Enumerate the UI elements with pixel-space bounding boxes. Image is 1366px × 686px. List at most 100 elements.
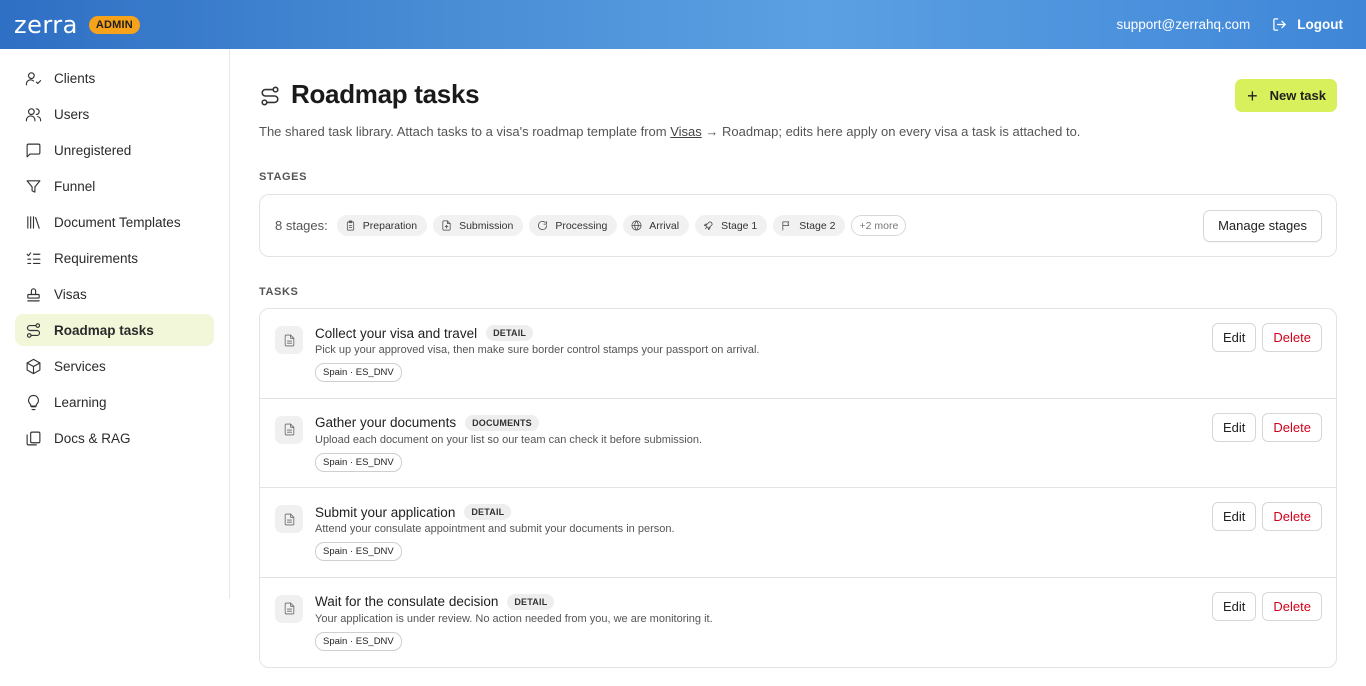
rocket-icon <box>704 221 713 230</box>
task-row: Wait for the consulate decision DETAIL Y… <box>260 578 1336 668</box>
lightbulb-icon <box>24 393 42 411</box>
logout-icon <box>1273 18 1287 31</box>
sidebar-item-label: Roadmap tasks <box>54 322 154 338</box>
sidebar: Clients Users Unregistered Funnel Docume… <box>0 49 230 599</box>
task-description: Pick up your approved visa, then make su… <box>315 344 760 356</box>
stage-chip[interactable]: Stage 2 <box>773 215 846 236</box>
task-title-row: Submit your application DETAIL <box>315 504 1336 520</box>
delete-button[interactable]: Delete <box>1262 591 1322 621</box>
top-bar: zerra ADMIN support@zerrahq.com Logout <box>0 0 1366 49</box>
logout-button[interactable]: Logout <box>1272 17 1343 32</box>
sidebar-item-clients[interactable]: Clients <box>15 62 214 94</box>
visa-chip: Spain · ES_DNV <box>315 542 402 561</box>
sidebar-item-visas[interactable]: Visas <box>15 278 214 310</box>
logout-label: Logout <box>1297 17 1343 32</box>
task-type-tag: DETAIL <box>507 593 555 610</box>
sidebar-item-services[interactable]: Services <box>15 350 214 382</box>
sidebar-item-funnel[interactable]: Funnel <box>15 170 214 202</box>
sidebar-item-roadmap-tasks[interactable]: Roadmap tasks <box>15 314 214 346</box>
stage-chip[interactable]: Arrival <box>623 215 690 236</box>
flag-icon <box>782 221 790 231</box>
message-square-icon <box>24 141 42 159</box>
task-row: Gather your documents DOCUMENTS Upload e… <box>260 399 1336 488</box>
sidebar-item-label: Users <box>54 106 90 122</box>
visa-chip: Spain · ES_DNV <box>315 452 402 472</box>
stamp-icon <box>24 285 42 303</box>
files-icon <box>24 429 42 447</box>
stages-card: 8 stages: Preparation Submission Process… <box>259 194 1337 257</box>
sidebar-item-unregistered[interactable]: Unregistered <box>15 134 214 166</box>
file-text-icon <box>275 505 303 533</box>
sidebar-item-learning[interactable]: Learning <box>15 386 214 418</box>
stage-chip-label: Processing <box>555 219 608 232</box>
delete-button[interactable]: Delete <box>1262 323 1322 352</box>
edit-button[interactable]: Edit <box>1212 412 1257 442</box>
sidebar-item-label: Clients <box>54 70 96 86</box>
sidebar-item-requirements[interactable]: Requirements <box>15 242 214 274</box>
task-row: Submit your application DETAIL Attend yo… <box>260 488 1336 578</box>
globe-icon <box>631 220 642 231</box>
sidebar-item-label: Docs & RAG <box>54 430 131 446</box>
task-title: Wait for the consulate decision <box>315 594 499 609</box>
delete-button[interactable]: Delete <box>1262 412 1322 442</box>
top-right: support@zerrahq.com Logout <box>1117 17 1353 32</box>
sidebar-item-document-templates[interactable]: Document Templates <box>15 206 214 238</box>
task-title-row: Wait for the consulate decision DETAIL <box>315 593 1336 610</box>
tasks-section-label: TASKS <box>259 286 299 298</box>
stage-chip-label: Stage 2 <box>799 219 836 232</box>
new-task-button[interactable]: + New task <box>1235 79 1337 112</box>
task-actions: Edit Delete <box>1212 591 1322 621</box>
user-email: support@zerrahq.com <box>1116 17 1251 32</box>
new-task-label: New task <box>1269 88 1326 103</box>
tasks-list: Collect your visa and travel DETAIL Pick… <box>259 308 1337 668</box>
page-title: Roadmap tasks <box>291 79 480 109</box>
sidebar-item-label: Learning <box>54 394 107 410</box>
users-icon <box>24 105 42 123</box>
sidebar-item-docs-rag[interactable]: Docs & RAG <box>15 422 214 454</box>
file-up-icon <box>442 220 451 231</box>
user-check-icon <box>24 69 42 87</box>
visa-chip: Spain · ES_DNV <box>315 363 402 382</box>
task-description: Upload each document on your list so our… <box>315 433 703 446</box>
edit-button[interactable]: Edit <box>1212 323 1257 352</box>
delete-button[interactable]: Delete <box>1262 502 1322 531</box>
sidebar-item-label: Unregistered <box>54 142 132 158</box>
library-icon <box>24 213 42 231</box>
edit-button[interactable]: Edit <box>1212 502 1257 531</box>
stage-chip[interactable]: Preparation <box>336 215 428 236</box>
task-type-tag: DETAIL <box>486 325 534 341</box>
manage-stages-button[interactable]: Manage stages <box>1203 209 1322 242</box>
logo[interactable]: zerra <box>14 11 78 39</box>
stages-count: 8 stages: <box>275 218 328 233</box>
stage-chip[interactable]: Processing <box>529 215 618 236</box>
edit-button[interactable]: Edit <box>1212 591 1257 621</box>
stage-chip-label: Preparation <box>362 219 418 232</box>
task-type-tag: DETAIL <box>464 504 512 520</box>
task-type-tag: DOCUMENTS <box>465 414 539 431</box>
sidebar-item-label: Visas <box>54 286 87 302</box>
visa-chip: Spain · ES_DNV <box>315 631 402 651</box>
stage-chip[interactable]: Submission <box>433 215 524 236</box>
task-title: Gather your documents <box>315 415 457 430</box>
stages-section-label: STAGES <box>259 171 308 183</box>
more-stages-chip[interactable]: +2 more <box>851 215 907 236</box>
main-content: Roadmap tasks + New task The shared task… <box>259 49 1337 668</box>
visas-link[interactable]: Visas <box>670 124 702 139</box>
sidebar-item-label: Requirements <box>54 250 139 266</box>
sidebar-item-users[interactable]: Users <box>15 98 214 130</box>
stage-chip-label: Stage 1 <box>721 219 758 232</box>
stage-chip[interactable]: Stage 1 <box>695 215 768 236</box>
file-text-icon <box>275 326 303 354</box>
page-subtitle: The shared task library. Attach tasks to… <box>259 124 1337 139</box>
task-row: Collect your visa and travel DETAIL Pick… <box>260 309 1336 399</box>
checklist-icon <box>24 249 42 267</box>
sidebar-item-label: Services <box>54 358 106 374</box>
task-description: Your application is under review. No act… <box>315 612 713 625</box>
refresh-icon <box>538 221 548 230</box>
subtitle-text-after: → Roadmap; edits here apply on every vis… <box>701 124 1081 139</box>
stage-chip-label: Submission <box>459 219 514 232</box>
task-description: Attend your consulate appointment and su… <box>315 523 675 535</box>
task-title-row: Gather your documents DOCUMENTS <box>315 414 1336 431</box>
subtitle-text-before: The shared task library. Attach tasks to… <box>259 124 671 139</box>
plus-icon: + <box>1247 85 1258 106</box>
